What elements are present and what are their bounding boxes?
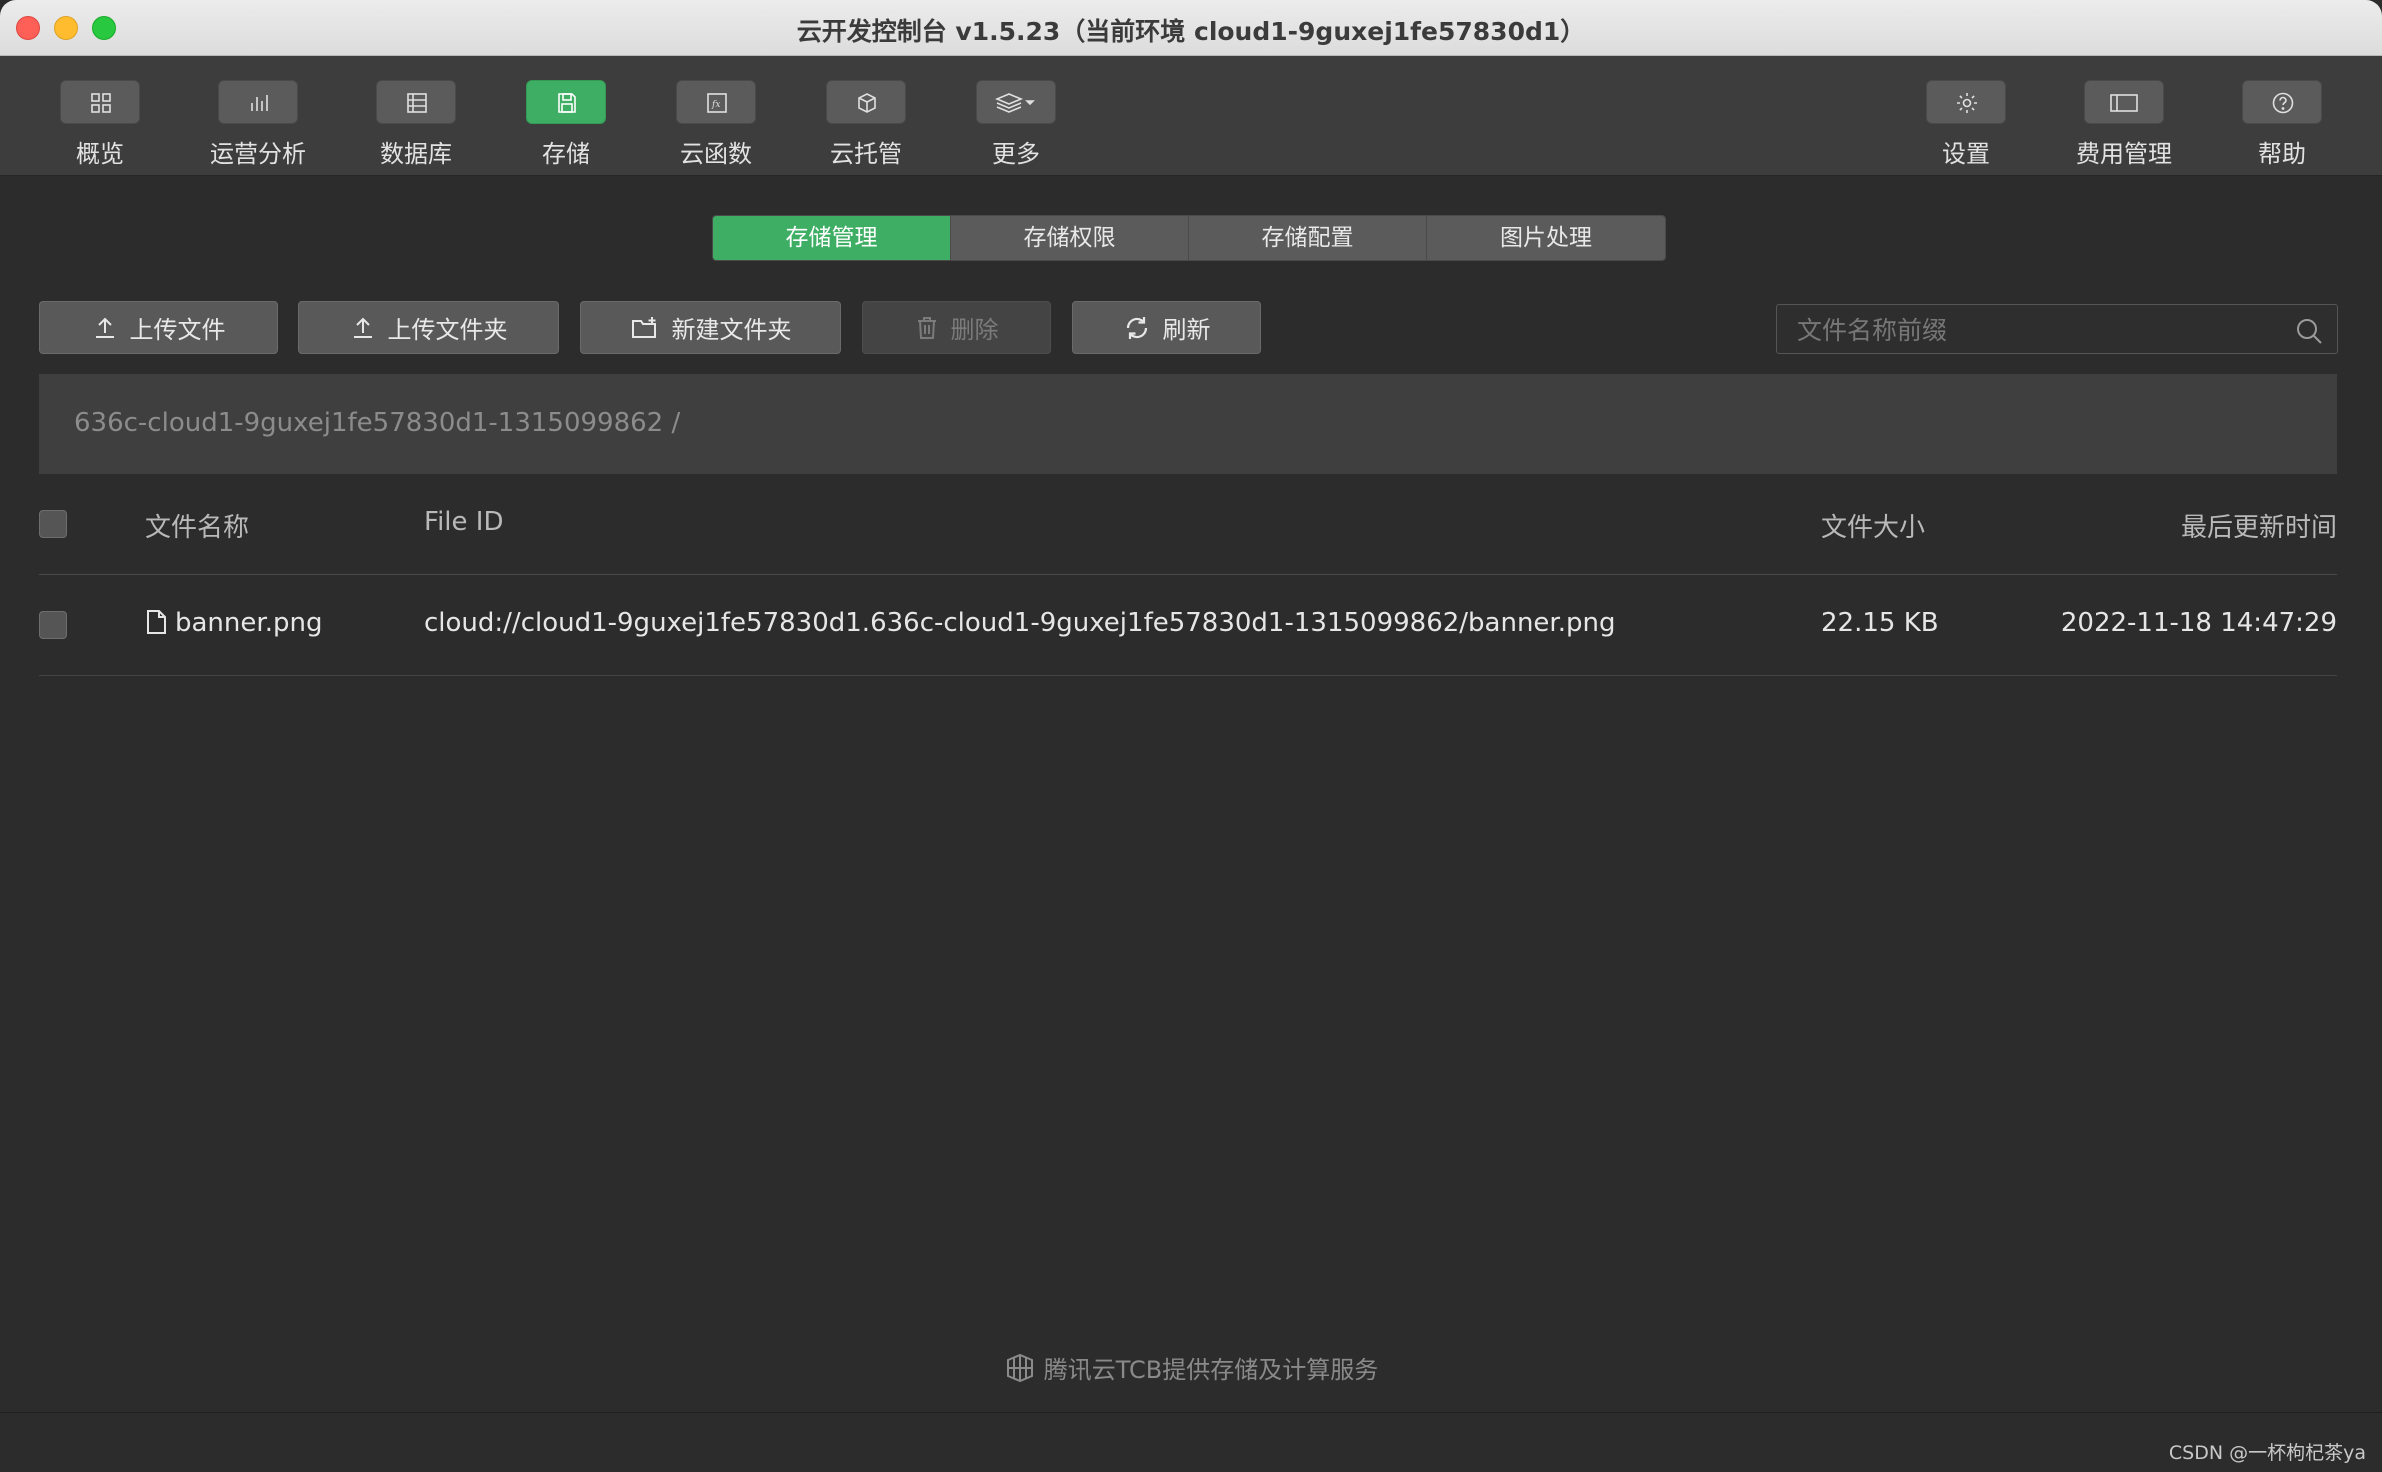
toolbar-label: 设置 (1942, 140, 1990, 168)
layers-dropdown-icon (976, 80, 1056, 124)
table-header: 文件名称 File ID 文件大小 最后更新时间 (39, 474, 2337, 575)
storage-tabs: 存储管理 存储权限 存储配置 图片处理 (712, 215, 1666, 261)
upload-folder-label: 上传文件夹 (387, 316, 508, 344)
toolbar-label: 更多 (992, 140, 1040, 168)
upload-file-label: 上传文件 (129, 316, 226, 344)
cube-icon (826, 80, 906, 124)
search-input[interactable] (1797, 313, 2267, 347)
toolbar-label: 概览 (76, 140, 124, 168)
search-icon[interactable] (2295, 317, 2323, 345)
refresh-button[interactable]: 刷新 (1072, 301, 1261, 354)
column-header-file-id: File ID (424, 507, 504, 537)
overview-grid-icon (60, 80, 140, 124)
tab-image-processing[interactable]: 图片处理 (1427, 216, 1665, 260)
new-folder-label: 新建文件夹 (671, 316, 792, 344)
delete-label: 删除 (950, 316, 999, 344)
toolbar-item-overview[interactable]: 概览 (40, 80, 160, 169)
toolbar-label: 帮助 (2258, 140, 2306, 168)
breadcrumb: 636c-cloud1-9guxej1fe57830d1-1315099862 … (39, 374, 2337, 474)
toolbar-label: 费用管理 (2076, 140, 2172, 168)
svg-text:fx: fx (711, 100, 720, 110)
new-folder-button[interactable]: 新建文件夹 (580, 301, 841, 354)
app-window: 云开发控制台 v1.5.23（当前环境 cloud1-9guxej1fe5783… (0, 0, 2382, 1472)
toolbar-label: 云托管 (830, 140, 902, 168)
provider-footer: 腾讯云TCB提供存储及计算服务 (0, 1350, 2382, 1385)
toolbar-label: 存储 (542, 140, 590, 168)
toolbar-item-cloud-hosting[interactable]: 云托管 (806, 80, 926, 169)
toolbar-label: 运营分析 (210, 140, 306, 168)
bar-chart-icon (218, 80, 298, 124)
column-header-updated: 最后更新时间 (2180, 513, 2337, 543)
watermark: CSDN @一杯枸杞茶ya (2168, 1442, 2366, 1464)
file-id-cell: cloud://cloud1-9guxej1fe57830d1.636c-clo… (424, 608, 1616, 638)
storage-save-icon (526, 80, 606, 124)
refresh-label: 刷新 (1162, 316, 1211, 344)
toolbar-item-storage[interactable]: 存储 (506, 80, 626, 169)
column-header-name: 文件名称 (145, 513, 250, 543)
row-checkbox[interactable] (39, 611, 67, 639)
column-header-size: 文件大小 (1821, 513, 1926, 543)
file-updated-cell: 2022-11-18 14:47:29 (2060, 608, 2337, 638)
toolbar-item-settings[interactable]: 设置 (1906, 80, 2026, 169)
window-title: 云开发控制台 v1.5.23（当前环境 cloud1-9guxej1fe5783… (796, 17, 1586, 46)
tab-storage-config[interactable]: 存储配置 (1189, 216, 1427, 260)
toolbar-item-analytics[interactable]: 运营分析 (198, 80, 318, 169)
file-size-cell: 22.15 KB (1821, 608, 1939, 638)
help-icon (2242, 80, 2322, 124)
file-name-cell[interactable]: banner.png (145, 608, 322, 638)
main-toolbar: 概览 运营分析 数据库 存储 fx 云函数 云托管 更多 设置 费用管理 帮助 (0, 56, 2382, 176)
delete-button[interactable]: 删除 (862, 301, 1051, 354)
status-bar (0, 1412, 2382, 1472)
billing-icon (2084, 80, 2164, 124)
table-row[interactable]: banner.png cloud://cloud1-9guxej1fe57830… (39, 575, 2337, 676)
select-all-checkbox[interactable] (39, 510, 67, 538)
tab-storage-permissions[interactable]: 存储权限 (951, 216, 1189, 260)
footer-text: 腾讯云TCB提供存储及计算服务 (1043, 1356, 1379, 1384)
refresh-icon (1126, 316, 1147, 339)
toolbar-item-help[interactable]: 帮助 (2222, 80, 2342, 169)
upload-folder-button[interactable]: 上传文件夹 (298, 301, 559, 354)
toolbar-label: 云函数 (680, 140, 752, 168)
breadcrumb-path[interactable]: 636c-cloud1-9guxej1fe57830d1-1315099862 … (74, 408, 680, 438)
new-folder-icon (631, 316, 656, 338)
upload-icon (353, 317, 372, 338)
file-table: 文件名称 File ID 文件大小 最后更新时间 banner.png clou… (39, 474, 2337, 676)
tencent-cloud-logo-icon (1006, 1353, 1033, 1383)
gear-icon (1926, 80, 2006, 124)
function-fx-icon: fx (676, 80, 756, 124)
upload-icon (95, 317, 114, 338)
title-bar: 云开发控制台 v1.5.23（当前环境 cloud1-9guxej1fe5783… (0, 0, 2382, 56)
tab-storage-management[interactable]: 存储管理 (713, 216, 951, 260)
toolbar-item-cloud-function[interactable]: fx 云函数 (656, 80, 776, 169)
toolbar-item-database[interactable]: 数据库 (356, 80, 476, 169)
trash-icon (917, 316, 936, 339)
toolbar-item-more[interactable]: 更多 (956, 80, 1076, 169)
file-prefix-search (1776, 304, 2338, 354)
toolbar-label: 数据库 (380, 140, 452, 168)
file-icon (147, 610, 166, 634)
database-icon (376, 80, 456, 124)
upload-file-button[interactable]: 上传文件 (39, 301, 278, 354)
file-name: banner.png (175, 608, 323, 638)
toolbar-item-billing[interactable]: 费用管理 (2064, 80, 2184, 169)
